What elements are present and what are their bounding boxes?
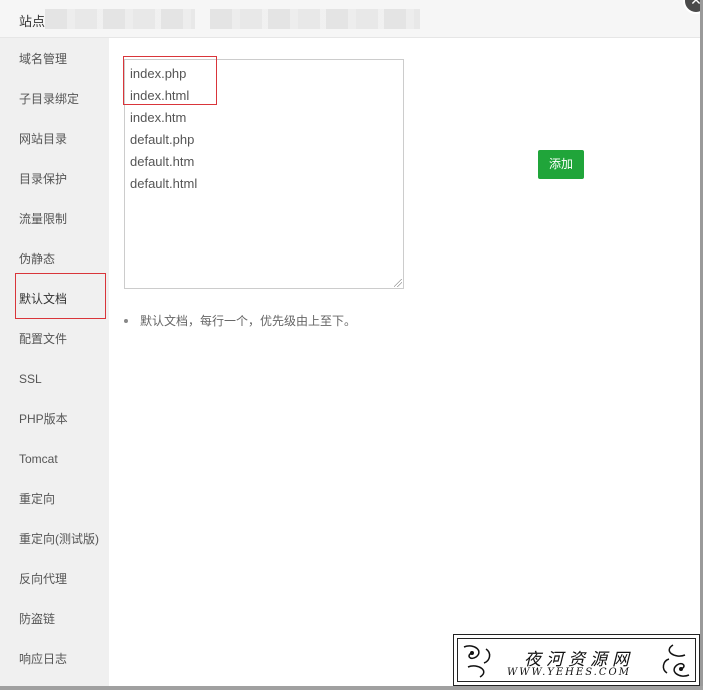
sidebar-item-subdir[interactable]: 子目录绑定 <box>0 79 109 119</box>
sidebar-item-reverse-proxy[interactable]: 反向代理 <box>0 559 109 599</box>
doc-line: default.html <box>130 176 198 191</box>
dialog-header: 站点 <box>0 0 703 38</box>
doc-line: default.php <box>130 132 195 147</box>
sidebar-item-hotlink[interactable]: 防盗链 <box>0 599 109 639</box>
sidebar-item-config-file[interactable]: 配置文件 <box>0 319 109 359</box>
watermark-logo: 夜河资源网 WWW.YEHES.COM <box>453 634 700 686</box>
highlight-box <box>123 56 217 105</box>
sidebar-item-domain[interactable]: 域名管理 <box>0 39 109 79</box>
sidebar-item-php-version[interactable]: PHP版本 <box>0 399 109 439</box>
bullet-icon <box>124 318 128 323</box>
doc-line: default.htm <box>130 154 195 169</box>
resize-handle-icon[interactable] <box>394 279 402 287</box>
window-border <box>0 686 703 690</box>
blurred-site-name <box>210 9 420 29</box>
ornament-icon <box>662 644 690 677</box>
doc-line: index.htm <box>130 110 187 125</box>
sidebar-item-ssl[interactable]: SSL <box>0 359 109 399</box>
hint-text: 默认文档，每行一个，优先级由上至下。 <box>124 312 356 329</box>
dialog-title: 站点 <box>19 14 46 29</box>
add-button[interactable]: 添加 <box>538 150 584 179</box>
sidebar: 域名管理 子目录绑定 网站目录 目录保护 流量限制 伪静态 默认文档 配置文件 … <box>0 38 109 690</box>
sidebar-item-redirect[interactable]: 重定向 <box>0 479 109 519</box>
sidebar-item-response-log[interactable]: 响应日志 <box>0 639 109 679</box>
sidebar-item-dir-protect[interactable]: 目录保护 <box>0 159 109 199</box>
highlight-box <box>15 273 106 319</box>
hint-label: 默认文档，每行一个，优先级由上至下。 <box>140 314 357 328</box>
sidebar-item-tomcat[interactable]: Tomcat <box>0 439 109 479</box>
ornament-icon <box>463 645 491 678</box>
sidebar-item-traffic-limit[interactable]: 流量限制 <box>0 199 109 239</box>
blurred-site-name <box>45 9 195 29</box>
sidebar-item-site-dir[interactable]: 网站目录 <box>0 119 109 159</box>
watermark-english: WWW.YEHES.COM <box>507 667 631 678</box>
sidebar-item-redirect-beta[interactable]: 重定向(测试版) <box>0 519 109 559</box>
